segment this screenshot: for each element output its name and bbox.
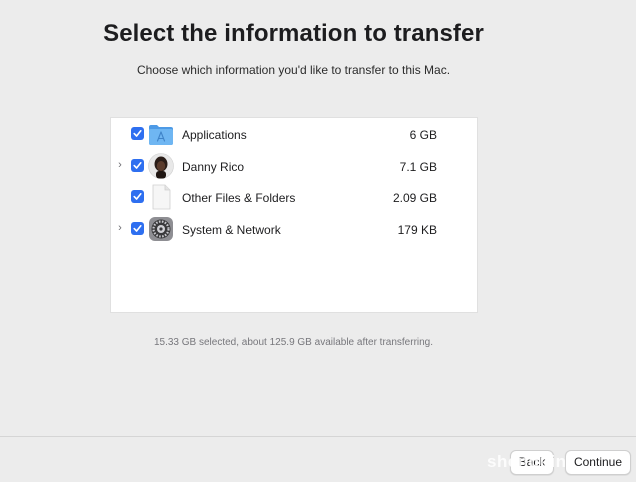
checkbox-other-files[interactable] xyxy=(131,190,144,203)
list-item-system-network: › System & Network 179 KB xyxy=(111,214,477,244)
applications-folder-icon xyxy=(148,121,174,147)
item-size: 6 GB xyxy=(409,128,437,142)
footer-divider xyxy=(0,436,636,437)
list-item-other-files: Other Files & Folders 2.09 GB xyxy=(111,182,477,212)
checkbox-system-network[interactable] xyxy=(131,222,144,235)
transfer-summary: 15.33 GB selected, about 125.9 GB availa… xyxy=(153,337,434,348)
continue-button[interactable]: Continue xyxy=(565,450,631,475)
back-button[interactable]: Back xyxy=(510,450,554,475)
item-label: Danny Rico xyxy=(182,160,245,174)
item-size: 179 KB xyxy=(397,223,437,237)
item-size: 2.09 GB xyxy=(392,191,437,205)
transfer-items-list: Applications 6 GB › Danny Rico 7.1 GB Ot… xyxy=(110,117,478,313)
item-label: Applications xyxy=(182,128,247,142)
checkmark-icon xyxy=(133,130,142,137)
checkmark-icon xyxy=(133,162,142,169)
document-icon xyxy=(148,184,174,210)
item-size: 7.1 GB xyxy=(399,160,437,174)
disclosure-chevron-icon[interactable]: › xyxy=(115,159,125,171)
page-title: Select the information to transfer xyxy=(103,20,484,47)
item-label: Other Files & Folders xyxy=(182,191,296,205)
user-avatar-icon xyxy=(148,153,174,179)
list-item-user: › Danny Rico 7.1 GB xyxy=(111,151,477,181)
checkbox-user[interactable] xyxy=(131,159,144,172)
checkmark-icon xyxy=(133,193,142,200)
item-label: System & Network xyxy=(182,223,281,237)
checkmark-icon xyxy=(133,225,142,232)
system-settings-gear-icon xyxy=(148,216,174,242)
list-item-applications: Applications 6 GB xyxy=(111,119,477,149)
page-subtitle: Choose which information you'd like to t… xyxy=(136,63,451,77)
disclosure-chevron-icon[interactable]: › xyxy=(115,222,125,234)
checkbox-applications[interactable] xyxy=(131,127,144,140)
